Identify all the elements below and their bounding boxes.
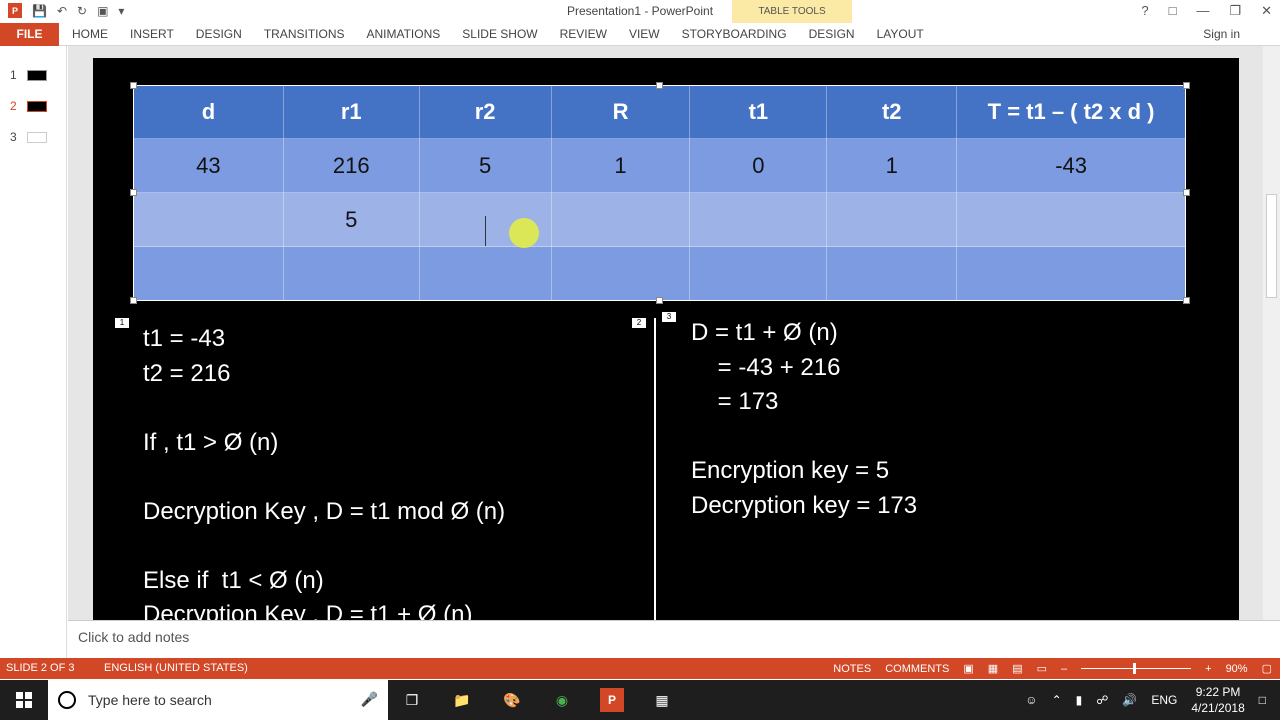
clock-date: 4/21/2018 [1191,701,1245,715]
restore-icon[interactable]: ❐ [1229,3,1241,19]
placeholder-tag: 1 [115,318,129,328]
notes-pane[interactable]: Click to add notes [68,620,1280,658]
zoom-level[interactable]: 90% [1226,663,1248,675]
fit-slide-icon[interactable]: ▢ [1262,662,1272,675]
slide-sorter-icon[interactable]: ▦ [988,662,998,675]
title-bar: P 💾 ↶ ↻ ▣ ▾ Presentation1 - PowerPoint T… [0,0,1280,23]
resize-handle[interactable] [1183,297,1190,304]
slideshow-icon[interactable]: ▭ [1037,662,1047,675]
comments-button[interactable]: COMMENTS [885,663,949,675]
resize-handle[interactable] [130,297,137,304]
system-clock[interactable]: 9:22 PM 4/21/2018 [1191,684,1244,716]
zoom-in-icon[interactable]: + [1205,663,1211,675]
help-icon[interactable]: ? [1141,3,1148,19]
tab-storyboarding[interactable]: STORYBOARDING [682,23,787,46]
ribbon-tabs: FILE HOME INSERT DESIGN TRANSITIONS ANIM… [0,23,1280,69]
tab-home[interactable]: HOME [72,23,108,46]
thumbnail-image [26,131,47,143]
taskbar-search[interactable]: Type here to search 🎤 [48,680,388,720]
minimize-icon[interactable]: — [1196,3,1209,19]
table-selection-frame [133,85,1186,301]
tab-review[interactable]: REVIEW [560,23,607,46]
tab-view[interactable]: VIEW [629,23,660,46]
right-text-box[interactable]: D = t1 + Ø (n) = -43 + 216 = 173 Encrypt… [691,316,917,523]
file-explorer-icon[interactable]: 📁 [450,688,474,712]
paint-icon[interactable]: 🎨 [500,688,524,712]
language-indicator[interactable]: ENGLISH (UNITED STATES) [104,662,248,674]
resize-handle[interactable] [130,82,137,89]
close-icon[interactable]: ✕ [1261,3,1272,19]
clock-time: 9:22 PM [1195,685,1241,699]
vertical-scrollbar[interactable] [1263,46,1280,620]
tab-slide-show[interactable]: SLIDE SHOW [462,23,537,46]
battery-icon[interactable]: ▮ [1076,693,1083,707]
search-placeholder: Type here to search [88,692,212,708]
mouse-cursor-highlight-icon [509,218,539,248]
zoom-out-icon[interactable]: – [1061,663,1067,675]
calculator-icon[interactable]: ▦ [650,688,674,712]
resize-handle[interactable] [656,82,663,89]
tab-design[interactable]: DESIGN [196,23,242,46]
tab-insert[interactable]: INSERT [130,23,174,46]
powerpoint-taskbar-icon[interactable]: P [600,688,624,712]
reading-view-icon[interactable]: ▤ [1012,662,1022,675]
placeholder-tag: 2 [632,318,646,328]
windows-start-icon[interactable] [16,692,32,708]
table-tools-label: TABLE TOOLS [732,0,852,23]
cortana-icon [58,691,76,709]
placeholder-tag: 3 [662,312,676,322]
slide-thumbnail-1[interactable]: 1 [10,68,47,82]
microphone-icon[interactable]: 🎤 [361,691,378,708]
scrollbar-thumb[interactable] [1266,194,1277,298]
status-bar: SLIDE 2 OF 3 ENGLISH (UNITED STATES) NOT… [0,658,1280,679]
chrome-icon[interactable]: ◉ [550,688,574,712]
normal-view-icon[interactable]: ▣ [963,662,973,675]
left-text-box[interactable]: t1 = -43 t2 = 216 If , t1 > Ø (n) Decryp… [143,322,505,620]
tab-transitions[interactable]: TRANSITIONS [264,23,345,46]
tab-table-design[interactable]: DESIGN [809,23,855,46]
people-icon[interactable]: ☺ [1025,693,1037,707]
resize-handle[interactable] [130,189,137,196]
thumbnail-image [26,69,47,81]
column-divider [654,318,656,620]
show-hidden-icons-icon[interactable]: ⌃ [1052,693,1062,707]
notes-button[interactable]: NOTES [833,663,871,675]
network-icon[interactable]: ☍ [1096,693,1108,707]
sign-in-link[interactable]: Sign in [1203,27,1240,41]
text-caret [485,216,486,246]
slide-counter: SLIDE 2 OF 3 [6,662,75,674]
resize-handle[interactable] [656,297,663,304]
volume-icon[interactable]: 🔊 [1122,693,1137,707]
task-view-icon[interactable]: ❐ [400,688,424,712]
ribbon-display-icon[interactable]: □ [1169,3,1177,19]
tab-table-layout[interactable]: LAYOUT [877,23,924,46]
slide-canvas[interactable]: d r1 r2 R t1 t2 T = t1 – ( t2 x d ) 43 2… [93,58,1239,620]
tab-animations[interactable]: ANIMATIONS [366,23,440,46]
action-center-icon[interactable]: □ [1259,693,1266,707]
zoom-slider[interactable] [1081,663,1192,674]
slide-thumbnail-pane: 1 2 3 [0,46,67,658]
slide-thumbnail-3[interactable]: 3 [10,130,47,144]
input-language[interactable]: ENG [1151,693,1177,707]
resize-handle[interactable] [1183,82,1190,89]
resize-handle[interactable] [1183,189,1190,196]
thumbnail-image [26,100,47,112]
tab-file[interactable]: FILE [0,23,59,46]
windows-taskbar: Type here to search 🎤 ❐ 📁 🎨 ◉ P ▦ ☺ ⌃ ▮ … [0,680,1280,720]
window-controls: ? □ — ❐ ✕ [1141,3,1272,19]
window-title: Presentation1 - PowerPoint [566,4,714,18]
slide-thumbnail-2[interactable]: 2 [10,99,47,113]
slide-editor: d r1 r2 R t1 t2 T = t1 – ( t2 x d ) 43 2… [68,46,1263,620]
